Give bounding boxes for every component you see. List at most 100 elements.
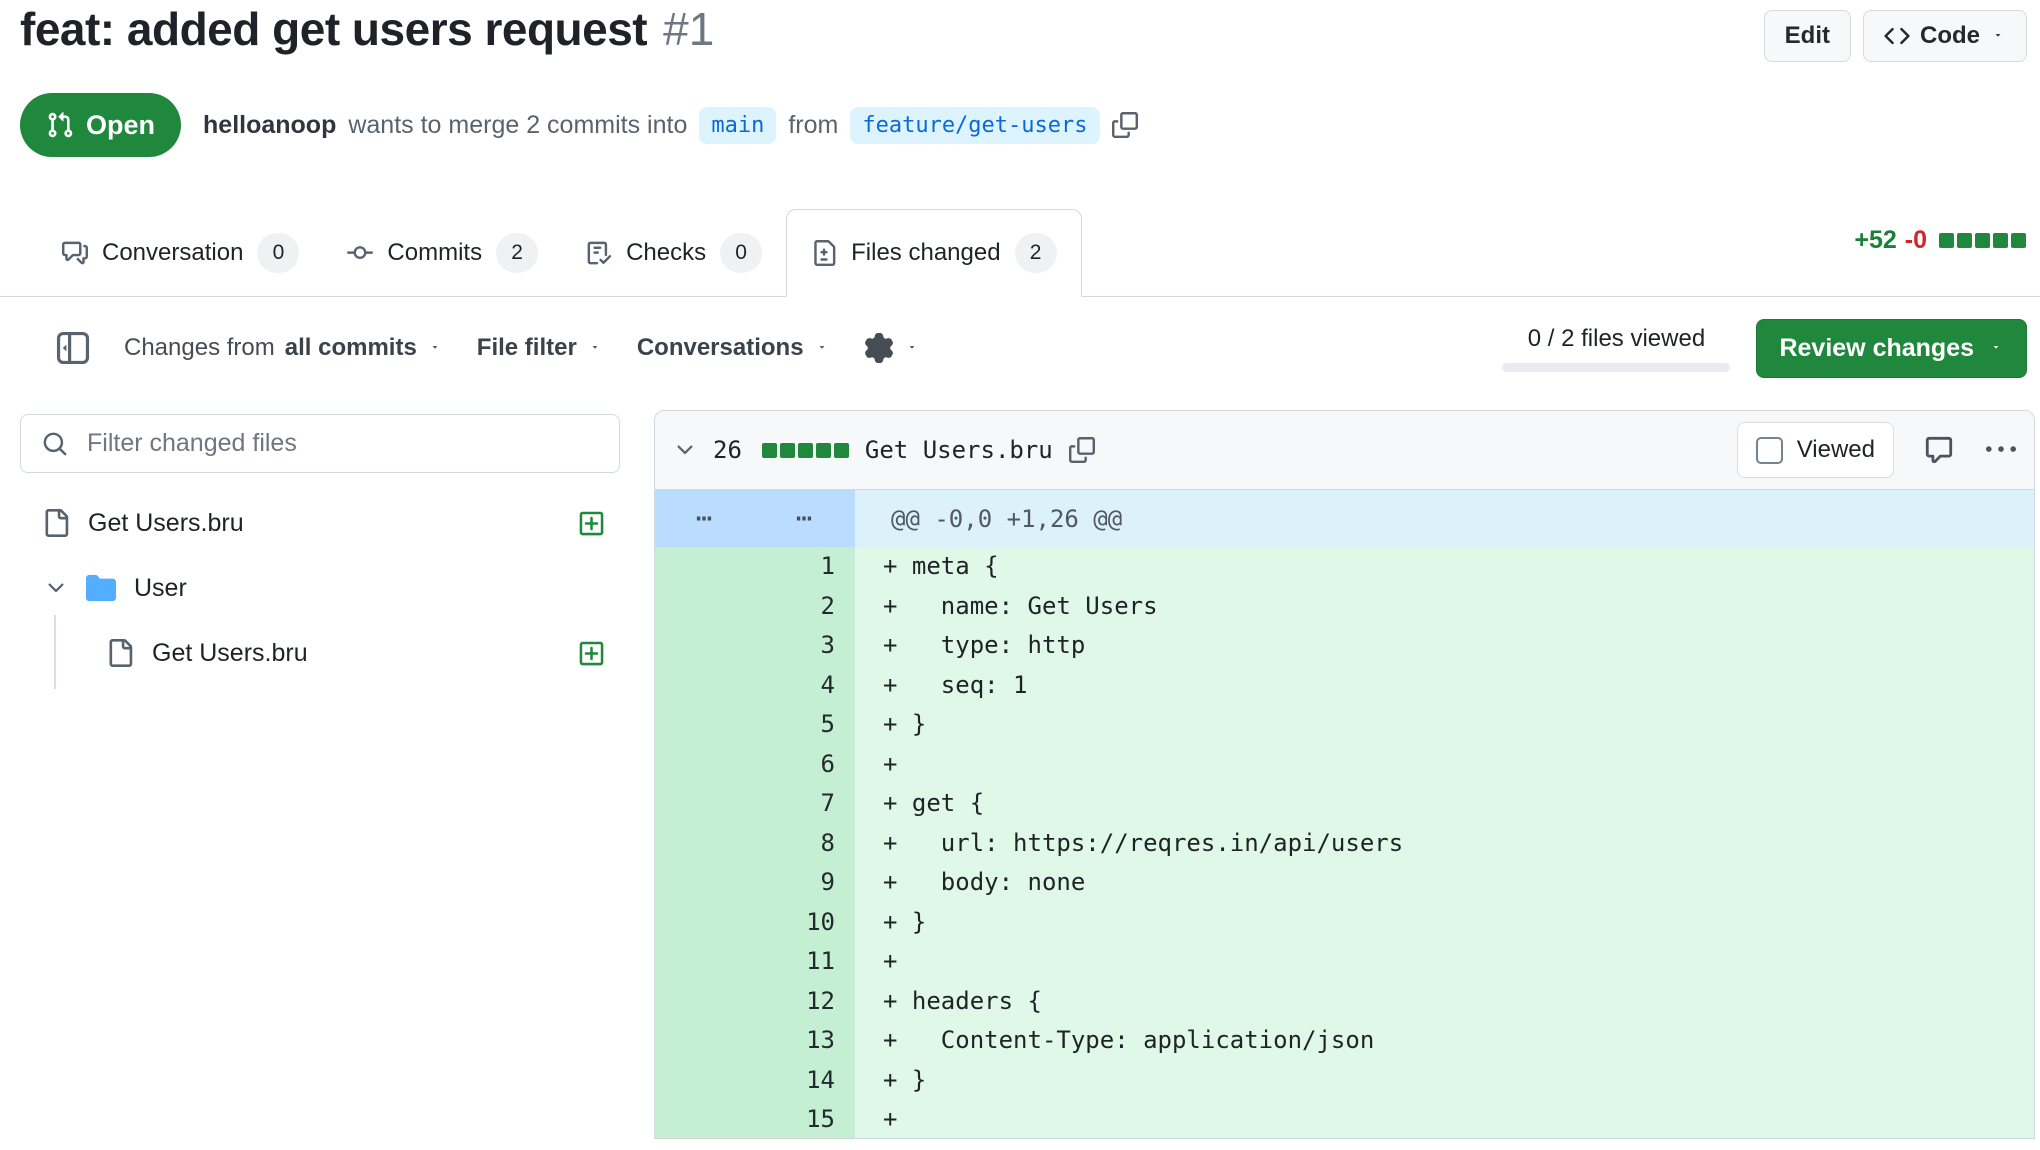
tree-item-nested-file[interactable]: Get Users.bru bbox=[20, 623, 620, 683]
code-button-label: Code bbox=[1920, 22, 1980, 50]
tree-item-folder-user[interactable]: User bbox=[20, 558, 620, 618]
chevron-down-icon bbox=[814, 343, 830, 353]
tab-counter: 2 bbox=[1015, 233, 1057, 273]
pr-number: #1 bbox=[663, 2, 714, 56]
diff-line: 2 + name: Get Users bbox=[655, 587, 2034, 627]
line-code: + name: Get Users bbox=[855, 587, 2034, 627]
diff-line: 11 + bbox=[655, 942, 2034, 982]
expand-down-button[interactable]: ⋯ bbox=[755, 490, 855, 547]
tab-counter: 2 bbox=[496, 233, 538, 273]
line-number: 8 bbox=[655, 824, 855, 864]
tab-checks[interactable]: Checks 0 bbox=[562, 209, 786, 296]
diffstat-block bbox=[816, 443, 831, 458]
tab-files-changed[interactable]: Files changed 2 bbox=[786, 209, 1081, 297]
byline-text: helloanoop wants to merge 2 commits into… bbox=[203, 107, 1138, 144]
tree-item-label: User bbox=[134, 574, 187, 603]
diffstat-squares bbox=[1939, 233, 2026, 248]
viewed-checkbox[interactable] bbox=[1756, 437, 1783, 464]
line-number: 6 bbox=[655, 745, 855, 785]
collapse-file-tree-button[interactable] bbox=[56, 331, 90, 365]
head-branch-label[interactable]: feature/get-users bbox=[850, 107, 1099, 144]
changes-from-value: all commits bbox=[285, 334, 417, 362]
tab-commits[interactable]: Commits 2 bbox=[323, 209, 562, 296]
review-changes-button[interactable]: Review changes bbox=[1756, 319, 2027, 378]
folder-icon bbox=[86, 573, 116, 603]
git-pull-request-icon bbox=[46, 111, 74, 139]
pr-title-row: feat: added get users request #1 bbox=[20, 2, 714, 56]
line-code: + } bbox=[855, 1061, 2034, 1101]
git-commit-icon bbox=[347, 240, 373, 266]
toolbar-left: Changes from all commits File filter Con… bbox=[56, 312, 920, 384]
line-number: 14 bbox=[655, 1061, 855, 1101]
base-branch-label[interactable]: main bbox=[699, 107, 776, 144]
line-code: + seq: 1 bbox=[855, 666, 2034, 706]
code-icon bbox=[1884, 23, 1910, 49]
line-number: 11 bbox=[655, 942, 855, 982]
hunk-gutter: ⋯ ⋯ bbox=[655, 490, 855, 547]
file-icon bbox=[106, 639, 134, 667]
diff-line: 10 + } bbox=[655, 903, 2034, 943]
tab-label: Files changed bbox=[851, 239, 1000, 267]
tab-label: Checks bbox=[626, 239, 706, 267]
expand-up-button[interactable]: ⋯ bbox=[655, 490, 755, 547]
diff-settings-dropdown[interactable] bbox=[864, 333, 920, 363]
line-number: 9 bbox=[655, 863, 855, 903]
pr-tabs: Conversation 0 Commits 2 Checks 0 Files … bbox=[0, 209, 2040, 297]
changes-from-prefix: Changes from bbox=[124, 334, 275, 362]
toolbar-right: 0 / 2 files viewed Review changes bbox=[1502, 312, 2027, 384]
filter-changed-files-input[interactable] bbox=[20, 414, 620, 473]
line-number: 4 bbox=[655, 666, 855, 706]
diffstat-block bbox=[798, 443, 813, 458]
diffstat-block bbox=[1939, 233, 1954, 248]
tab-counter: 0 bbox=[257, 233, 299, 273]
tree-item-label: Get Users.bru bbox=[88, 509, 244, 538]
tab-counter: 0 bbox=[720, 233, 762, 273]
conversations-dropdown[interactable]: Conversations bbox=[637, 334, 830, 362]
diff-line: 15 + bbox=[655, 1100, 2034, 1139]
status-badge-label: Open bbox=[86, 110, 155, 141]
diff-line: 1 + meta { bbox=[655, 547, 2034, 587]
collapse-diff-chevron-icon[interactable] bbox=[673, 438, 697, 462]
edit-button[interactable]: Edit bbox=[1764, 10, 1851, 62]
files-viewed: 0 / 2 files viewed bbox=[1502, 325, 1730, 372]
code-button[interactable]: Code bbox=[1863, 10, 2027, 62]
author-link[interactable]: helloanoop bbox=[203, 111, 336, 140]
review-changes-label: Review changes bbox=[1779, 334, 1974, 363]
kebab-menu-icon[interactable] bbox=[1986, 435, 2016, 465]
diff-added-icon bbox=[578, 640, 605, 667]
diff-line: 7 + get { bbox=[655, 784, 2034, 824]
changes-from-dropdown[interactable]: Changes from all commits bbox=[124, 334, 443, 362]
hunk-header-text: @@ -0,0 +1,26 @@ bbox=[855, 490, 2034, 547]
status-badge: Open bbox=[20, 93, 181, 157]
diff-line: 14 + } bbox=[655, 1061, 2034, 1101]
line-number: 15 bbox=[655, 1100, 855, 1139]
copy-file-path-icon[interactable] bbox=[1069, 437, 1095, 463]
line-number: 10 bbox=[655, 903, 855, 943]
diffstat-block bbox=[2011, 233, 2026, 248]
comment-icon[interactable] bbox=[1924, 435, 1954, 465]
diffstat-block bbox=[1993, 233, 2008, 248]
line-number: 13 bbox=[655, 1021, 855, 1061]
line-code: + meta { bbox=[855, 547, 2034, 587]
diffstat-block bbox=[1957, 233, 1972, 248]
line-number: 3 bbox=[655, 626, 855, 666]
viewed-label: Viewed bbox=[1797, 436, 1875, 464]
line-code: + } bbox=[855, 705, 2034, 745]
viewed-button[interactable]: Viewed bbox=[1737, 422, 1894, 478]
file-filter-dropdown[interactable]: File filter bbox=[477, 334, 603, 362]
hunk-header-row: ⋯ ⋯ @@ -0,0 +1,26 @@ bbox=[655, 490, 2034, 547]
checklist-icon bbox=[586, 240, 612, 266]
line-code: + get { bbox=[855, 784, 2034, 824]
tree-item-file[interactable]: Get Users.bru bbox=[20, 493, 620, 553]
header-actions: Edit Code bbox=[1764, 10, 2027, 62]
copy-branch-icon[interactable] bbox=[1112, 112, 1138, 138]
diff-line: 4 + seq: 1 bbox=[655, 666, 2034, 706]
chevron-down-icon bbox=[904, 343, 920, 353]
line-number: 2 bbox=[655, 587, 855, 627]
gear-icon bbox=[864, 333, 894, 363]
line-code: + bbox=[855, 1100, 2034, 1139]
tab-label: Commits bbox=[387, 239, 482, 267]
line-code: + bbox=[855, 942, 2034, 982]
diff-added-icon bbox=[578, 510, 605, 537]
tab-conversation[interactable]: Conversation 0 bbox=[38, 209, 323, 296]
